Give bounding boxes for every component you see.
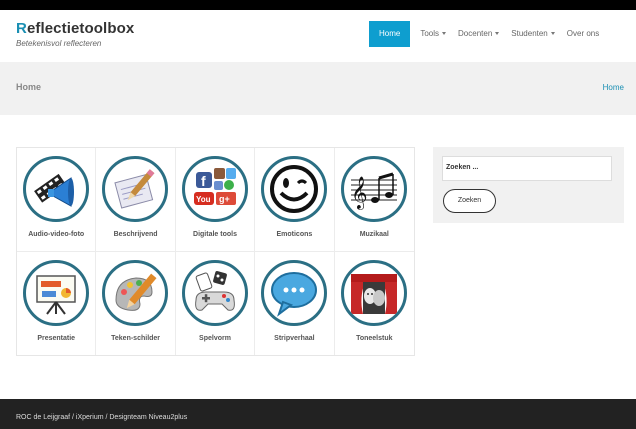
caret-down-icon bbox=[495, 32, 500, 36]
nav-item-label: Tools bbox=[420, 29, 440, 38]
site-tagline: Betekenisvol reflecteren bbox=[16, 39, 102, 48]
tool-label[interactable]: Toneelstuk bbox=[335, 335, 414, 342]
caret-down-icon bbox=[442, 32, 447, 36]
tool-label[interactable]: Muzikaal bbox=[335, 231, 414, 238]
tool-tile-beschrijvend[interactable]: Beschrijvend bbox=[96, 148, 176, 252]
page-header-band: Home Home bbox=[0, 62, 636, 115]
breadcrumb[interactable]: Home bbox=[603, 83, 624, 92]
tool-tile-stripverhaal[interactable]: Stripverhaal bbox=[255, 251, 335, 355]
tool-tile-emoticons[interactable]: Emoticons bbox=[255, 148, 335, 252]
tool-label[interactable]: Digitale tools bbox=[176, 231, 254, 238]
tool-label[interactable]: Stripverhaal bbox=[255, 335, 333, 342]
nav-item-studenten[interactable]: Studenten bbox=[505, 21, 560, 47]
svg-text:You: You bbox=[196, 195, 211, 204]
page: Reflectietoolbox Betekenisvol reflectere… bbox=[0, 10, 636, 429]
music-notes-icon[interactable]: 𝄞 bbox=[340, 156, 407, 222]
pencil-palette-icon[interactable] bbox=[102, 259, 169, 326]
social-media-icon[interactable]: f You g+ bbox=[181, 156, 248, 222]
tool-tile-teken-schilder[interactable]: Teken-schilder bbox=[96, 251, 176, 355]
nav-item-label: Docenten bbox=[458, 29, 493, 38]
tool-tile-audio-video-foto[interactable]: Audio-video-foto bbox=[17, 148, 97, 252]
page-title: Home bbox=[16, 82, 42, 92]
nav-item-label: Over ons bbox=[566, 29, 600, 38]
nav-item-label: Home bbox=[379, 29, 401, 38]
game-controller-icon[interactable] bbox=[181, 259, 248, 326]
megaphone-film-icon[interactable] bbox=[23, 156, 89, 222]
nav-item-over-ons[interactable]: Over ons bbox=[561, 21, 605, 47]
nav-item-label: Studenten bbox=[511, 29, 548, 38]
nav-item-home[interactable]: Home bbox=[369, 21, 411, 47]
logo-first-letter: R bbox=[16, 20, 27, 37]
site-logo[interactable]: Reflectietoolbox bbox=[16, 20, 134, 37]
search-input[interactable]: Zoeken ... bbox=[442, 156, 612, 181]
tool-label[interactable]: Emoticons bbox=[255, 231, 333, 238]
theater-stage-icon[interactable] bbox=[340, 259, 407, 326]
pen-notepad-icon[interactable] bbox=[102, 156, 169, 222]
tool-tile-muzikaal[interactable]: 𝄞 Muzikaal bbox=[334, 148, 414, 252]
tool-tile-digitale-tools[interactable]: f You g+ Digitale tools bbox=[175, 148, 256, 252]
footer-text: ROC de Leijgraaf / iXperium / Designteam… bbox=[16, 414, 188, 421]
speech-bubble-icon[interactable] bbox=[261, 259, 328, 326]
tool-label[interactable]: Audio-video-foto bbox=[17, 231, 95, 238]
svg-text:𝄞: 𝄞 bbox=[351, 176, 368, 210]
svg-text:f: f bbox=[201, 173, 206, 189]
main-nav: Home Tools Docenten Studenten Over ons bbox=[369, 21, 605, 47]
tool-label[interactable]: Beschrijvend bbox=[96, 231, 174, 238]
tool-label[interactable]: Spelvorm bbox=[176, 335, 254, 342]
tool-label[interactable]: Teken-schilder bbox=[96, 335, 174, 342]
tool-tile-toneelstuk[interactable]: Toneelstuk bbox=[335, 252, 414, 356]
search-widget: Zoeken ... Zoeken bbox=[433, 147, 624, 223]
caret-down-icon bbox=[550, 32, 555, 36]
tools-grid: Audio-video-foto Beschrijvend f You g+ Di… bbox=[16, 147, 415, 356]
svg-text:g+: g+ bbox=[219, 194, 230, 204]
search-button[interactable]: Zoeken bbox=[443, 189, 496, 213]
smiley-wink-icon[interactable] bbox=[261, 156, 328, 222]
tool-label[interactable]: Presentatie bbox=[17, 335, 95, 342]
tool-tile-presentatie[interactable]: Presentatie bbox=[17, 251, 97, 355]
nav-item-tools[interactable]: Tools bbox=[414, 21, 452, 47]
nav-item-docenten[interactable]: Docenten bbox=[452, 21, 505, 47]
logo-text: eflectietoolbox bbox=[26, 20, 135, 37]
footer: ROC de Leijgraaf / iXperium / Designteam… bbox=[0, 399, 636, 429]
header: Reflectietoolbox Betekenisvol reflectere… bbox=[0, 10, 636, 62]
presentation-board-icon[interactable] bbox=[23, 259, 89, 326]
tool-tile-spelvorm[interactable]: Spelvorm bbox=[176, 251, 256, 355]
